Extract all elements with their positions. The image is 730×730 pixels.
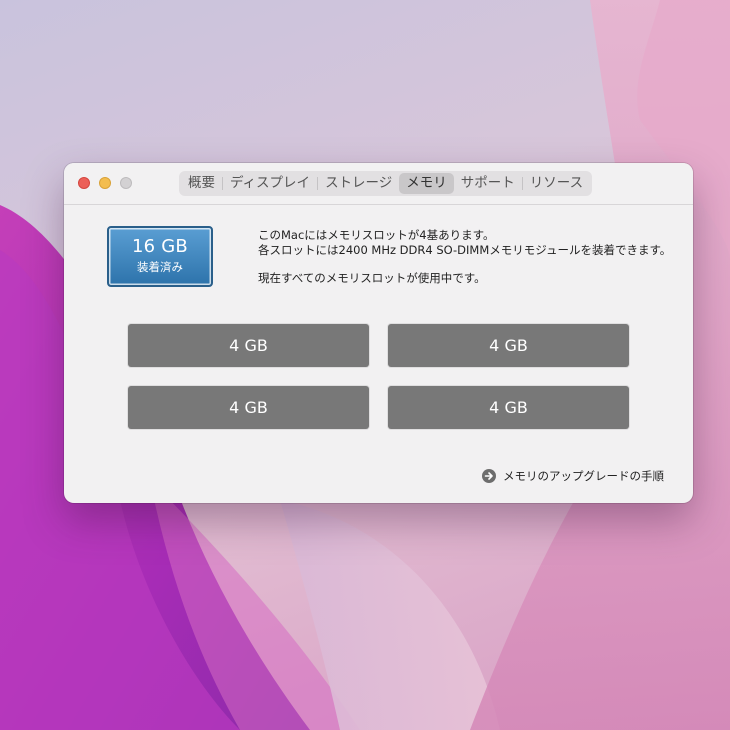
- arrow-right-circle-icon: [482, 469, 496, 483]
- memory-total-badge: 16 GB 装着済み: [107, 226, 213, 287]
- info-slot-usage: 現在すべてのメモリスロットが使用中です。: [258, 271, 486, 285]
- memory-upgrade-link[interactable]: メモリのアップグレードの手順: [482, 468, 664, 484]
- memory-total-size: 16 GB: [132, 236, 188, 257]
- close-icon[interactable]: [78, 177, 90, 189]
- tab-overview[interactable]: 概要: [181, 173, 222, 194]
- memory-slot-1: 4 GB: [128, 324, 369, 367]
- zoom-icon[interactable]: [120, 177, 132, 189]
- tab-storage[interactable]: ストレージ: [318, 173, 399, 194]
- memory-slot-4: 4 GB: [388, 386, 629, 429]
- memory-info: このMacにはメモリスロットが4基あります。 各スロットには2400 MHz D…: [258, 228, 671, 286]
- memory-status: 装着済み: [137, 260, 183, 274]
- tab-resources[interactable]: リソース: [523, 173, 590, 194]
- memory-slot-2: 4 GB: [388, 324, 629, 367]
- minimize-icon[interactable]: [99, 177, 111, 189]
- upgrade-link-label: メモリのアップグレードの手順: [503, 469, 664, 483]
- title-bar: 概要 ディスプレイ ストレージ メモリ サポート リソース: [64, 163, 693, 205]
- memory-slot-3: 4 GB: [128, 386, 369, 429]
- desktop: 概要 ディスプレイ ストレージ メモリ サポート リソース 16 GB 装着済み…: [0, 0, 730, 730]
- tab-support[interactable]: サポート: [454, 173, 522, 194]
- tab-displays[interactable]: ディスプレイ: [223, 173, 317, 194]
- tab-bar: 概要 ディスプレイ ストレージ メモリ サポート リソース: [179, 171, 593, 196]
- info-slot-count: このMacにはメモリスロットが4基あります。: [258, 228, 495, 242]
- memory-slots: 4 GB 4 GB 4 GB 4 GB: [128, 324, 629, 429]
- tab-memory[interactable]: メモリ: [399, 173, 454, 194]
- about-this-mac-window: 概要 ディスプレイ ストレージ メモリ サポート リソース 16 GB 装着済み…: [64, 163, 693, 503]
- info-slot-spec: 各スロットには2400 MHz DDR4 SO-DIMMメモリモジュールを装着で…: [258, 243, 672, 257]
